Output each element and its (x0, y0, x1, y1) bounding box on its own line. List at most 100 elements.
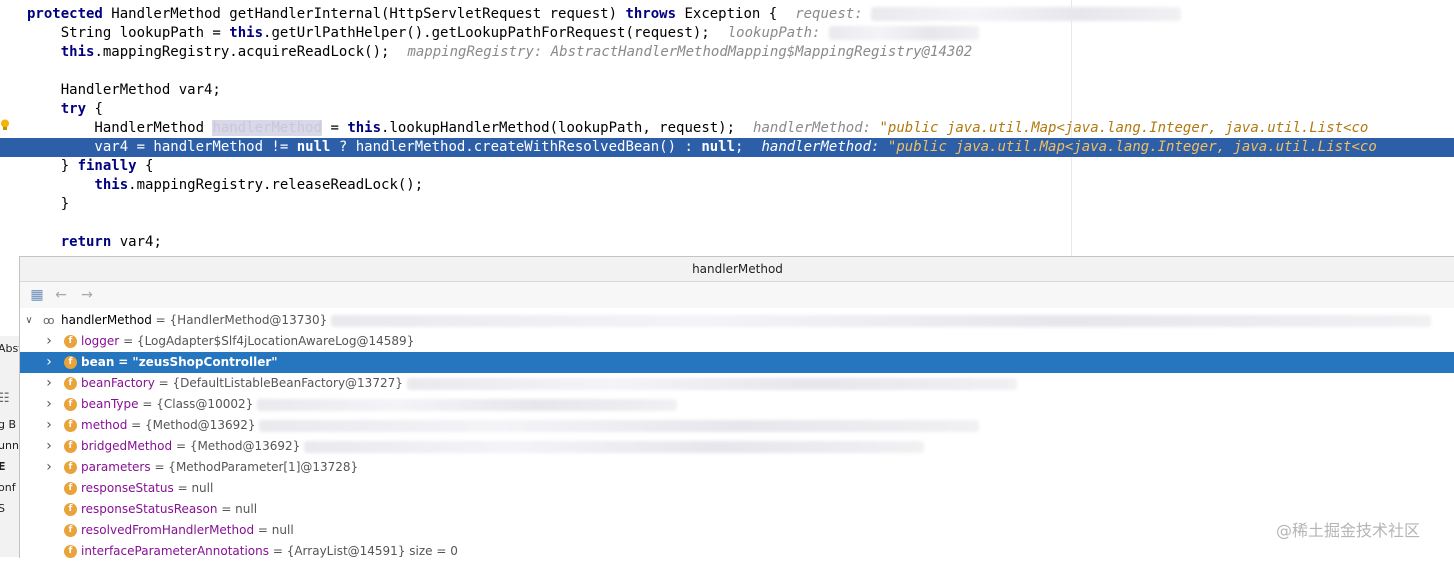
forward-arrow-icon[interactable]: → (78, 286, 96, 304)
field-name: bean (81, 355, 115, 369)
tree-field-row[interactable]: › f beanType = {Class@10002} (20, 394, 1454, 415)
code-text: String lookupPath = (27, 25, 230, 41)
code-text: .mappingRegistry.acquireReadLock(); (94, 44, 390, 60)
redacted-value (257, 398, 678, 411)
back-arrow-icon[interactable]: ← (52, 286, 70, 304)
expand-arrow-icon[interactable]: › (43, 436, 55, 457)
field-name: parameters (81, 460, 151, 474)
left-tool-panel[interactable]: Abst ☷ g B unn E onf S (0, 336, 19, 557)
code-text: .getUrlPathHelper().getLookupPathForRequ… (263, 25, 710, 41)
tree-field-row[interactable]: f responseStatusReason = null (20, 499, 1454, 520)
field-value: = null (177, 481, 214, 495)
redacted-value (828, 26, 979, 40)
tree-field-row[interactable]: › f method = {Method@13692} (20, 415, 1454, 436)
keyword: this (347, 120, 382, 136)
expand-arrow-icon[interactable]: › (43, 457, 55, 478)
keyword: this (60, 44, 95, 60)
redacted-value (406, 377, 1017, 390)
field-icon: f (64, 335, 77, 348)
tree-field-row[interactable]: › f bean = "zeusShopController" (20, 352, 1454, 373)
tree-field-row[interactable]: f resolvedFromHandlerMethod = null (20, 520, 1454, 541)
field-label: resolvedFromHandlerMethod = null (81, 520, 294, 541)
expand-arrow-icon[interactable]: › (43, 373, 55, 394)
code-text: var4 = handlerMethod != (27, 139, 297, 155)
redacted-value (259, 419, 980, 432)
field-value: = "zeusShopController" (118, 355, 278, 369)
keyword: protected (27, 6, 103, 22)
code-text: { (86, 101, 103, 117)
code-line-10[interactable]: this.mappingRegistry.releaseReadLock(); (27, 176, 423, 195)
field-value: = null (257, 523, 294, 537)
keyword: this (229, 25, 264, 41)
field-icon: f (64, 482, 77, 495)
variable-inspector-popup[interactable]: handlerMethod ▦ ← → ∨ oo handlerMethod =… (19, 256, 1454, 558)
highlighted-identifier[interactable]: handlerMethod (212, 120, 323, 136)
expand-arrow-icon[interactable]: › (43, 394, 55, 415)
code-text: Exception { (676, 6, 778, 22)
panel-fragment: E (0, 460, 6, 473)
field-value: = null (221, 502, 258, 516)
code-editor[interactable]: protected HandlerMethod getHandlerIntern… (0, 0, 1454, 256)
code-line-7[interactable]: HandlerMethod handlerMethod = this.looku… (27, 119, 1368, 138)
code-text: var4; (111, 234, 162, 250)
field-name: beanType (81, 397, 139, 411)
expand-arrow-icon[interactable]: › (43, 352, 55, 373)
field-value: = {Method@13692} (175, 439, 301, 453)
field-value: = {LogAdapter$Slf4jLocationAwareLog@1458… (123, 334, 415, 348)
lightbulb-icon[interactable] (0, 119, 10, 131)
code-text: } (27, 158, 78, 174)
keyword: return (60, 234, 112, 250)
tree-field-row[interactable]: › f bridgedMethod = {Method@13692} (20, 436, 1454, 457)
tree-field-row[interactable]: › f logger = {LogAdapter$Slf4jLocationAwar… (20, 331, 1454, 352)
field-icon: f (64, 440, 77, 453)
code-line-1[interactable]: protected HandlerMethod getHandlerIntern… (27, 5, 1182, 24)
tree-field-row[interactable]: f responseStatus = null (20, 478, 1454, 499)
code-line-11[interactable]: } (27, 195, 69, 214)
code-line-5[interactable]: HandlerMethod var4; (27, 81, 221, 100)
collapse-arrow-icon[interactable]: ∨ (23, 310, 35, 331)
inline-debug-hint: handlerMethod: "public java.util.Map<jav… (761, 139, 1377, 155)
code-text: { (136, 158, 154, 174)
expand-arrow-icon[interactable]: › (43, 331, 55, 352)
code-text: HandlerMethod var4; (27, 82, 221, 98)
tree-field-row[interactable]: › f parameters = {MethodParameter[1]@13728… (20, 457, 1454, 478)
field-name: resolvedFromHandlerMethod (81, 523, 255, 537)
tree-field-row[interactable]: f interfaceParameterAnnotations = {ArrayL… (20, 541, 1454, 562)
hierarchy-icon[interactable]: ▦ (28, 286, 46, 304)
field-label: parameters = {MethodParameter[1]@13728} (81, 457, 358, 478)
field-icon: f (64, 545, 77, 558)
field-label: beanFactory = {DefaultListableBeanFactor… (81, 373, 1017, 394)
inline-debug-hint: handlerMethod: "public java.util.Map<jav… (753, 120, 1369, 136)
tree-field-row[interactable]: › f beanFactory = {DefaultListableBeanFact… (20, 373, 1454, 394)
redacted-value (331, 314, 1432, 327)
field-name: logger (81, 334, 120, 348)
keyword: this (94, 177, 129, 193)
tree-root-row[interactable]: ∨ oo handlerMethod = {HandlerMethod@1373… (20, 310, 1454, 331)
field-icon: f (64, 419, 77, 432)
code-line-2[interactable]: String lookupPath = this.getUrlPathHelpe… (27, 24, 979, 43)
execution-point-line[interactable]: var4 = handlerMethod != null ? handlerMe… (0, 138, 1454, 157)
field-name: responseStatus (81, 481, 174, 495)
field-value: = {Class@10002} (142, 397, 254, 411)
code-text: ; (735, 139, 744, 155)
code-line-9[interactable]: } finally { (27, 157, 154, 176)
inline-debug-hint: request: (795, 6, 863, 22)
field-label: responseStatusReason = null (81, 499, 257, 520)
field-value: = {Method@13692} (131, 418, 256, 432)
code-text: = (322, 120, 348, 136)
field-name: method (81, 418, 128, 432)
code-line-3[interactable]: this.mappingRegistry.acquireReadLock(); m… (27, 43, 972, 62)
popup-toolbar: ▦ ← → (20, 282, 1454, 308)
field-icon: f (64, 461, 77, 474)
field-label: bridgedMethod = {Method@13692} (81, 436, 925, 457)
field-icon: f (64, 524, 77, 537)
field-icon: f (64, 398, 77, 411)
expand-arrow-icon[interactable]: › (43, 415, 55, 436)
code-line-13[interactable]: return var4; (27, 233, 162, 252)
panel-fragment: S (0, 502, 5, 515)
field-value: = {DefaultListableBeanFactory@13727} (158, 376, 403, 390)
code-line-6[interactable]: try { (27, 100, 103, 119)
